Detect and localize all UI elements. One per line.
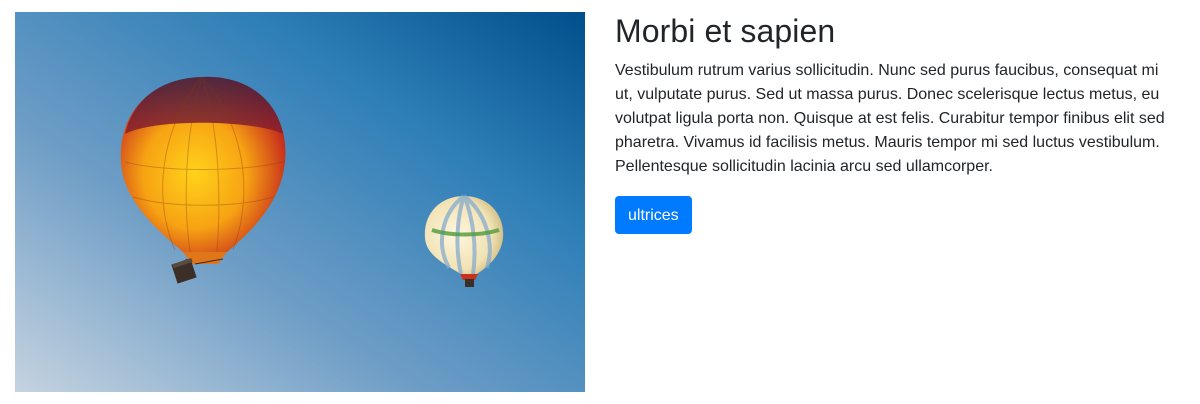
card-title: Morbi et sapien — [615, 13, 836, 49]
card-content: Morbi et sapien Vestibulum rutrum varius… — [615, 12, 1180, 234]
page: Morbi et sapien Vestibulum rutrum varius… — [0, 0, 1200, 404]
balloons-photo — [15, 12, 585, 392]
ultrices-button[interactable]: ultrices — [615, 196, 692, 234]
card-body-text: Vestibulum rutrum varius sollicitudin. N… — [615, 62, 1165, 175]
hero-image — [15, 12, 585, 392]
